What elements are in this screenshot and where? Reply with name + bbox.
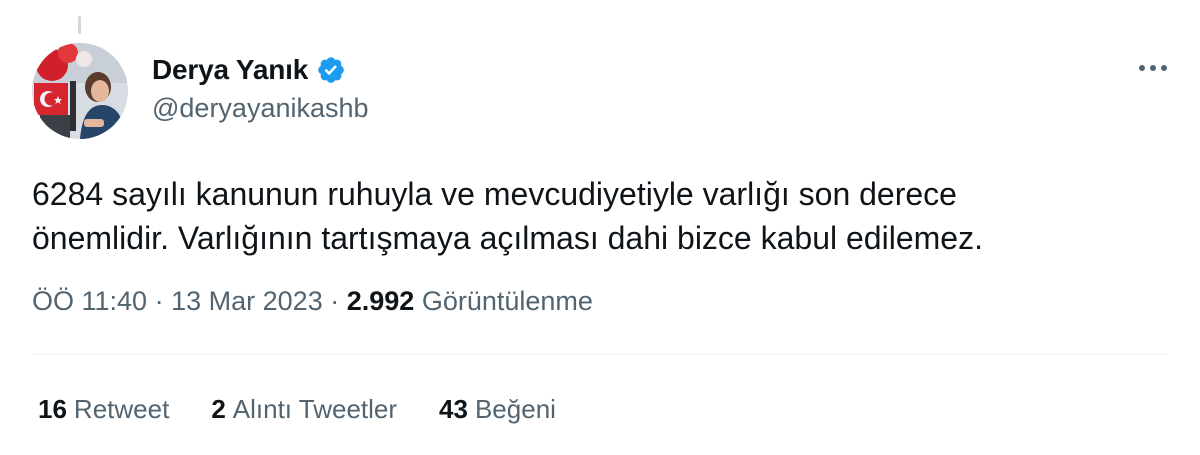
views-count: 2.992 <box>346 286 415 316</box>
dot <box>1161 65 1167 71</box>
quote-tweets-count: 2 <box>211 394 226 424</box>
tweet-text-line: önemlidir. Varlığının tartışmaya açılmas… <box>32 220 983 256</box>
author-handle[interactable]: @deryayanikashb <box>152 93 369 124</box>
quote-tweets-label: Alıntı Tweetler <box>232 394 398 424</box>
meta-separator: · <box>330 286 340 316</box>
likes-label: Beğeni <box>474 394 556 424</box>
dot <box>1139 65 1145 71</box>
thread-connector-line <box>78 16 81 34</box>
retweets-label: Retweet <box>73 394 170 424</box>
tweet-date[interactable]: 13 Mar 2023 <box>171 286 323 316</box>
tweet-time[interactable]: ÖÖ 11:40 <box>32 286 147 316</box>
author-name-row: Derya Yanık <box>152 52 346 88</box>
tweet-text-line: 6284 sayılı kanunun ruhuyla ve mevcudiye… <box>32 176 957 212</box>
divider <box>32 354 1168 355</box>
tweet-card: Derya Yanık @deryayanikashb 6284 sayılı … <box>0 0 1200 455</box>
retweets-stat[interactable]: 16 Retweet <box>38 394 169 425</box>
tweet-meta: ÖÖ 11:40 · 13 Mar 2023 · 2.992 Görüntüle… <box>32 286 593 317</box>
quote-tweets-stat[interactable]: 2 Alıntı Tweetler <box>211 394 397 425</box>
meta-separator: · <box>154 286 164 316</box>
retweets-count: 16 <box>38 394 67 424</box>
avatar-image <box>32 43 128 139</box>
views-label: Görüntülenme <box>421 286 593 316</box>
engagement-stats: 16 Retweet 2 Alıntı Tweetler 43 Beğeni <box>38 394 598 425</box>
tweet-text: 6284 sayılı kanunun ruhuyla ve mevcudiye… <box>32 172 1152 260</box>
author-display-name[interactable]: Derya Yanık <box>152 54 308 86</box>
likes-stat[interactable]: 43 Beğeni <box>439 394 556 425</box>
more-options-icon[interactable] <box>1128 48 1178 88</box>
likes-count: 43 <box>439 394 468 424</box>
verified-badge-icon <box>316 55 346 85</box>
avatar[interactable] <box>32 43 128 139</box>
dot <box>1150 65 1156 71</box>
